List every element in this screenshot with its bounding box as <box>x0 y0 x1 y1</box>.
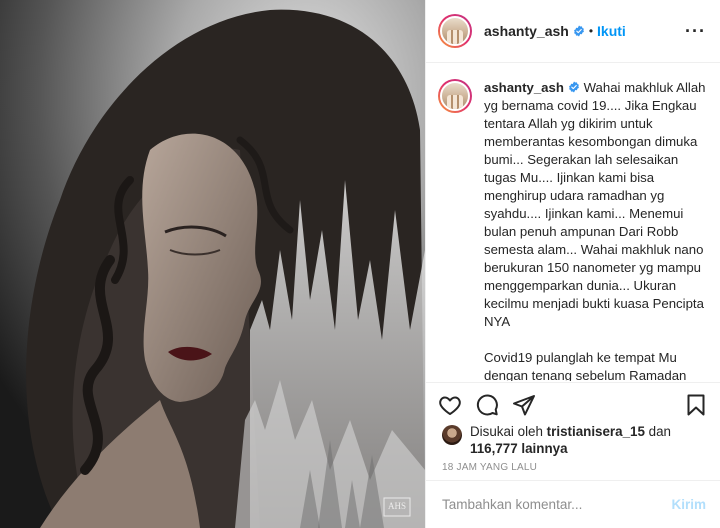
comment-input[interactable] <box>442 497 672 512</box>
likes-connector: dan <box>644 424 671 439</box>
comment-form: Kirim <box>426 480 720 528</box>
post-comment-button[interactable]: Kirim <box>671 497 706 512</box>
likes-count-button[interactable]: 116,777 lainnya <box>470 441 568 456</box>
follow-button[interactable]: Ikuti <box>597 23 626 39</box>
author-avatar[interactable] <box>438 14 472 48</box>
likes-summary: Disukai oleh tristianisera_15 dan 116,77… <box>442 423 708 457</box>
comment-icon[interactable] <box>475 393 499 417</box>
post-header: ashanty_ash • Ikuti ··· <box>426 0 720 63</box>
post-image[interactable]: AHS <box>0 0 425 528</box>
caption-text-2: Covid19 pulanglah ke tempat Mu dengan te… <box>484 350 687 381</box>
share-icon[interactable] <box>512 393 536 417</box>
image-watermark: AHS <box>388 501 407 511</box>
post-image-artwork <box>0 0 425 528</box>
caption-verified-badge-icon <box>569 81 579 93</box>
verified-badge-icon <box>573 25 584 37</box>
header-separator: • <box>588 24 594 38</box>
caption-paragraph: ashanty_ash Wahai makhluk Allah yg berna… <box>484 79 706 331</box>
post-side-panel: ashanty_ash • Ikuti ··· ashanty_ash Waha… <box>425 0 720 528</box>
caption-section[interactable]: ashanty_ash Wahai makhluk Allah yg berna… <box>426 63 720 381</box>
bookmark-icon[interactable] <box>684 393 708 417</box>
post-timestamp[interactable]: 18 JAM YANG LALU <box>442 462 537 473</box>
more-options-button[interactable]: ··· <box>685 21 706 42</box>
liker-avatar[interactable] <box>442 425 462 445</box>
liker-username[interactable]: tristianisera_15 <box>547 424 645 439</box>
likes-prefix: Disukai oleh <box>470 424 547 439</box>
caption-text: Wahai makhluk Allah yg bernama covid 19.… <box>484 80 710 329</box>
caption-username[interactable]: ashanty_ash <box>484 80 564 95</box>
action-bar <box>426 382 720 426</box>
author-username[interactable]: ashanty_ash <box>484 23 569 39</box>
caption-author-avatar[interactable] <box>438 79 472 113</box>
heart-icon[interactable] <box>438 393 462 417</box>
